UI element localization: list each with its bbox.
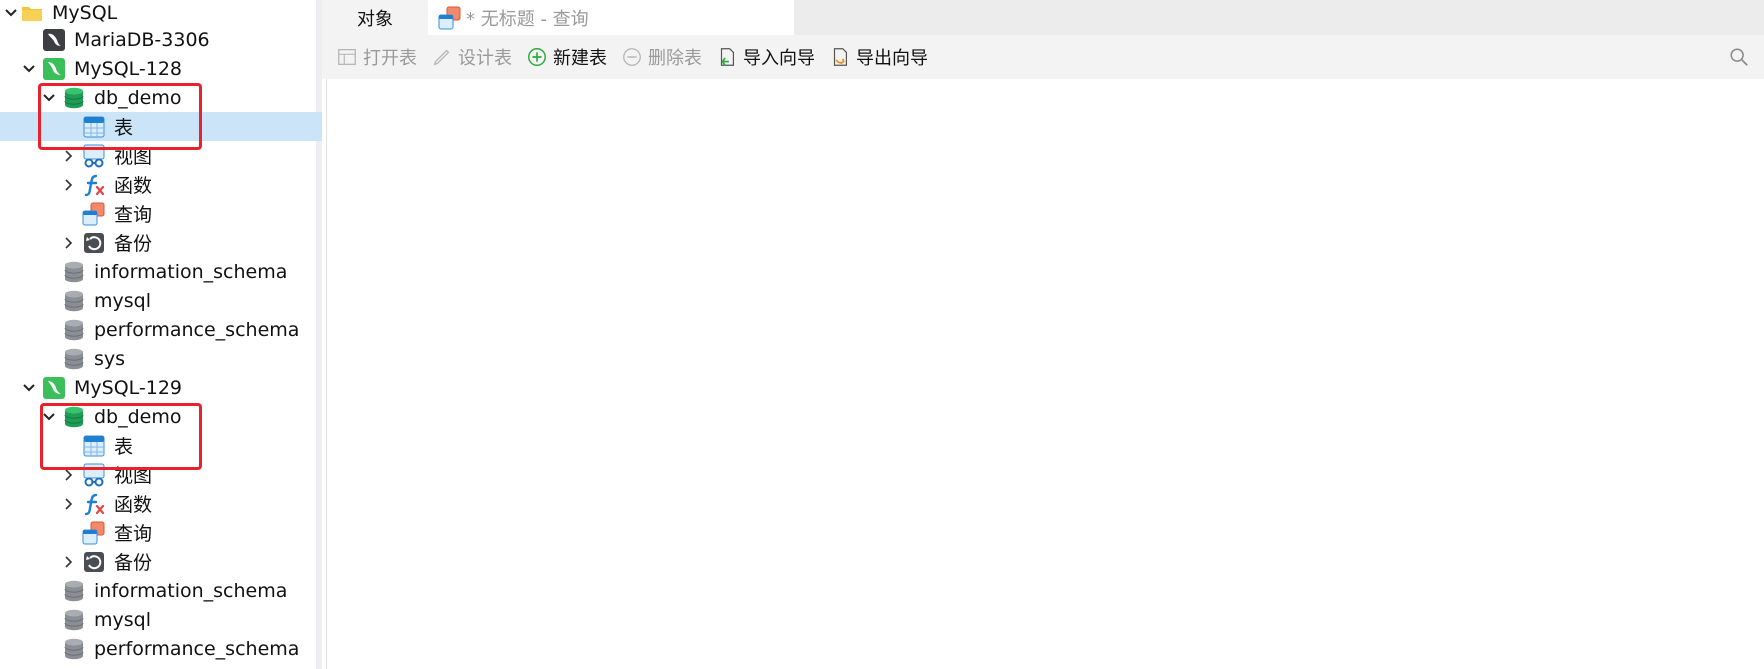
tree-group-mysql[interactable]: MySQL: [0, 0, 316, 27]
function-icon: [82, 492, 106, 516]
chevron-right-icon[interactable]: [60, 170, 78, 199]
database-icon: [62, 318, 86, 342]
search-icon[interactable]: [1728, 46, 1750, 68]
mariadb-connection-icon: [42, 28, 66, 52]
query-icon: [438, 6, 462, 30]
tree-database-information-schema[interactable]: information_schema: [0, 576, 322, 605]
chevron-right-icon[interactable]: [60, 547, 78, 576]
tree-item-label: 函数: [114, 494, 153, 516]
annotation-highlight-box: [40, 403, 202, 470]
import-wizard-button[interactable]: 导入向导: [710, 40, 821, 74]
tree-item-label: MySQL-129: [74, 376, 183, 399]
tree-item-label: 备份: [114, 552, 153, 574]
tree-item-label: 函数: [114, 175, 153, 197]
tree-connection-mysql-128[interactable]: MySQL-128: [0, 54, 322, 83]
design-table-icon: [431, 46, 453, 68]
tree-item-label: MySQL: [52, 1, 118, 24]
tree-item-label: 查询: [114, 523, 153, 545]
export-wizard-icon: [829, 46, 851, 68]
button-label: 新建表: [553, 48, 607, 69]
database-icon: [62, 260, 86, 284]
chevron-right-icon[interactable]: [60, 228, 78, 257]
tree-connection-mariadb[interactable]: MariaDB-3306: [0, 25, 322, 54]
tree-item-backups[interactable]: 备份: [0, 547, 322, 576]
new-table-icon: [526, 46, 548, 68]
backup-icon: [82, 231, 106, 255]
tree-item-label: mysql: [94, 289, 151, 312]
chevron-right-icon[interactable]: [60, 489, 78, 518]
query-icon: [82, 202, 106, 226]
mysql-connection-icon: [42, 57, 66, 81]
database-icon: [62, 637, 86, 661]
tree-database-performance-schema[interactable]: performance_schema: [0, 315, 322, 344]
query-icon: [82, 521, 106, 545]
object-toolbar: 打开表 设计表 新建表 删除表 导入向导 导出向导: [322, 35, 1764, 79]
database-icon: [62, 608, 86, 632]
tree-item-label: performance_schema: [94, 318, 300, 341]
export-wizard-button[interactable]: 导出向导: [823, 40, 934, 74]
tree-item-label: performance_schema: [94, 637, 300, 660]
tree-database-performance-schema[interactable]: performance_schema: [0, 634, 322, 663]
tree-item-label: 备份: [114, 233, 153, 255]
button-label: 删除表: [648, 48, 702, 69]
database-icon: [62, 289, 86, 313]
design-table-button[interactable]: 设计表: [425, 40, 518, 74]
open-table-icon: [336, 46, 358, 68]
folder-icon: [20, 1, 44, 25]
tree-item-label: mysql: [94, 608, 151, 631]
database-icon: [62, 347, 86, 371]
annotation-highlight-box: [38, 83, 202, 150]
tree-database-mysql[interactable]: mysql: [0, 605, 322, 634]
delete-table-icon: [621, 46, 643, 68]
tree-connection-mysql-129[interactable]: MySQL-129: [0, 373, 322, 402]
chevron-down-icon[interactable]: [20, 54, 38, 83]
tab-label: * 无标题 - 查询: [466, 8, 589, 30]
button-label: 设计表: [458, 48, 512, 69]
tree-item-queries[interactable]: 查询: [0, 518, 322, 547]
tab-untitled-query[interactable]: * 无标题 - 查询: [428, 0, 794, 35]
tree-database-sys[interactable]: sys: [0, 344, 322, 373]
tab-bar: 对象 * 无标题 - 查询: [322, 0, 1764, 35]
open-table-button[interactable]: 打开表: [330, 40, 423, 74]
function-icon: [82, 173, 106, 197]
mysql-connection-icon: [42, 376, 66, 400]
tree-item-label: 查询: [114, 204, 153, 226]
tree-database-mysql[interactable]: mysql: [0, 286, 322, 315]
object-list-area[interactable]: [326, 79, 1764, 669]
tab-objects[interactable]: 对象: [322, 0, 428, 35]
tree-item-label: MySQL-128: [74, 57, 183, 80]
tree-item-functions[interactable]: 函数: [0, 170, 322, 199]
new-table-button[interactable]: 新建表: [520, 40, 613, 74]
backup-icon: [82, 550, 106, 574]
import-wizard-icon: [716, 46, 738, 68]
tree-item-backups[interactable]: 备份: [0, 228, 322, 257]
delete-table-button[interactable]: 删除表: [615, 40, 708, 74]
button-label: 打开表: [363, 48, 417, 69]
tree-item-functions[interactable]: 函数: [0, 489, 322, 518]
chevron-down-icon[interactable]: [2, 0, 20, 27]
tree-item-queries[interactable]: 查询: [0, 199, 322, 228]
button-label: 导出向导: [856, 48, 928, 69]
database-icon: [62, 579, 86, 603]
tree-item-label: information_schema: [94, 260, 288, 283]
tree-item-label: information_schema: [94, 579, 288, 602]
button-label: 导入向导: [743, 48, 815, 69]
tab-label: 对象: [357, 8, 393, 30]
tree-item-label: sys: [94, 347, 126, 370]
tree-item-label: MariaDB-3306: [74, 28, 210, 51]
tree-database-information-schema[interactable]: information_schema: [0, 257, 322, 286]
navigation-tree: MySQL MariaDB-3306 MySQL-128 db_demo 表 视…: [0, 0, 322, 669]
chevron-down-icon[interactable]: [20, 373, 38, 402]
